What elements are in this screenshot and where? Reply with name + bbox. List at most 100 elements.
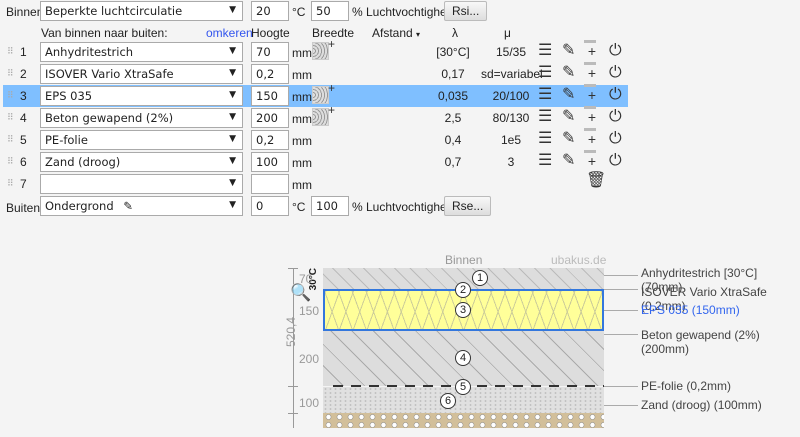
thickness-input[interactable] (251, 174, 289, 194)
drag-handle-icon[interactable]: ⠿ (7, 90, 14, 101)
add-layer-icon[interactable]: + (584, 40, 597, 60)
mu-value: 15/35 (495, 45, 527, 59)
thickness-input[interactable]: 150 (251, 86, 289, 106)
inside-temp-input[interactable]: 20 (251, 1, 289, 21)
distance-header[interactable]: Afstand ▾ (372, 26, 420, 40)
outside-label: Buiten: (6, 201, 44, 215)
rse-button[interactable]: Rse... (444, 196, 492, 216)
drag-handle-icon[interactable]: ⠿ (7, 134, 14, 145)
thickness-unit: mm (292, 90, 312, 104)
material-select[interactable]: Zand (droog) ▼ (40, 152, 243, 172)
layer-row[interactable]: ⠿ 2 ISOVER Vario XtraSafe ▼ 0,2 mm 0,17 sd… (3, 62, 628, 85)
menu-icon[interactable]: ☰ (538, 42, 552, 60)
thickness-input[interactable]: 0,2 (251, 64, 289, 84)
layer-number: 4 (20, 111, 27, 125)
dimension-tick (288, 386, 298, 387)
layer-marker[interactable]: 4 (455, 350, 471, 366)
mu-value: 20/100 (492, 89, 530, 103)
menu-icon[interactable]: ☰ (538, 64, 552, 82)
layer-label[interactable]: EPS 035 (150mm) (641, 303, 740, 317)
material-select[interactable]: ISOVER Vario XtraSafe ▼ (40, 64, 243, 84)
temp-unit: °C (292, 5, 306, 19)
add-width-icon[interactable] (312, 103, 335, 126)
lambda-value: 0,7 (444, 155, 462, 169)
thickness-input[interactable]: 0,2 (251, 130, 289, 150)
reverse-link[interactable]: omkeren (206, 26, 253, 40)
layer-row[interactable]: ⠿ 1 Anhydritestrich ▼ 70 mm [30°C] 15/35 ☰… (3, 37, 628, 63)
drag-handle-icon[interactable]: ⠿ (7, 112, 14, 123)
material-select[interactable]: EPS 035 ▼ (40, 86, 243, 106)
material-select[interactable]: Beton gewapend (2%) ▼ (40, 108, 243, 128)
select-value: Anhydritestrich (45, 45, 134, 59)
add-layer-icon[interactable]: + (584, 128, 597, 148)
chevron-down-icon: ▼ (229, 68, 236, 78)
dimension-tick (288, 268, 298, 269)
outside-temp-input[interactable]: 0 (251, 196, 289, 216)
power-icon[interactable]: ⏻ (609, 108, 622, 126)
zoom-icon[interactable]: 🔍 (290, 283, 311, 303)
power-icon[interactable]: ⏻ (609, 152, 622, 170)
material-select[interactable]: Anhydritestrich ▼ (40, 42, 243, 62)
drag-handle-icon[interactable]: ⠿ (7, 68, 14, 79)
power-icon[interactable]: ⏻ (609, 64, 622, 82)
add-layer-icon[interactable]: + (584, 150, 597, 170)
layer-row[interactable]: ⠿ 5 PE-folie ▼ 0,2 mm 0,4 1e5 ☰ ✎ + ⏻ (3, 128, 628, 151)
layer-marker[interactable]: 3 (455, 302, 471, 318)
layer-row[interactable]: ⠿ 3 EPS 035 ▼ 150 mm 0,035 20/100 ☰ ✎ + ⏻ (3, 81, 628, 107)
layer-label[interactable]: PE-folie (0,2mm) (641, 379, 731, 393)
drag-handle-icon[interactable]: ⠿ (7, 178, 14, 189)
layer-marker[interactable]: 5 (455, 379, 471, 395)
pencil-icon[interactable]: ✎ (562, 108, 575, 126)
inside-humidity-input[interactable]: 50 (311, 1, 349, 21)
pencil-icon[interactable]: ✎ (562, 152, 575, 170)
add-width-icon[interactable] (312, 37, 335, 60)
layer-marker[interactable]: 1 (472, 270, 488, 286)
layer-row[interactable]: ⠿ 4 Beton gewapend (2%) ▼ 200 mm 2,5 80/13… (3, 103, 628, 129)
trash-icon[interactable]: 🗑 (586, 172, 606, 190)
add-layer-icon[interactable]: + (584, 106, 597, 126)
inside-climate-select[interactable]: Beperkte luchtcirculatie ▼ (40, 1, 243, 21)
pencil-icon[interactable]: ✎ (562, 42, 575, 60)
material-select[interactable]: PE-folie ▼ (40, 130, 243, 150)
outside-humidity-input[interactable]: 100 (311, 196, 349, 216)
rsi-button[interactable]: Rsi... (444, 1, 488, 21)
lambda-value: 0,035 (437, 89, 469, 103)
pencil-icon[interactable]: ✎ (562, 64, 575, 82)
add-layer-icon[interactable]: + (584, 62, 597, 82)
dim-label: 150 (299, 304, 320, 318)
add-width-icon[interactable] (312, 81, 335, 104)
chevron-down-icon: ▼ (229, 178, 236, 188)
menu-icon[interactable]: ☰ (538, 130, 552, 148)
layer-label[interactable]: Beton gewapend (2%) (200mm) (641, 328, 800, 356)
layer-number: 6 (20, 155, 27, 169)
power-icon[interactable]: ⏻ (609, 42, 622, 60)
total-thickness: 520,4 (284, 316, 299, 348)
pencil-icon[interactable]: ✎ (562, 130, 575, 148)
power-icon[interactable]: ⏻ (609, 86, 622, 104)
watermark: ubakus.de (551, 253, 607, 267)
pencil-icon[interactable]: ✎ (562, 86, 575, 104)
drag-handle-icon[interactable]: ⠿ (7, 46, 14, 57)
pencil-icon[interactable]: ✎ (123, 199, 133, 213)
drag-handle-icon[interactable]: ⠿ (7, 156, 14, 167)
chevron-down-icon: ▼ (229, 134, 236, 144)
layer-row[interactable]: ⠿ 7 ▼ mm (3, 173, 628, 195)
menu-icon[interactable]: ☰ (538, 108, 552, 126)
layer-row[interactable]: ⠿ 6 Zand (droog) ▼ 100 mm 0,7 3 ☰ ✎ + ⏻ (3, 150, 628, 173)
select-value: EPS 035 (45, 89, 93, 103)
material-select[interactable]: ▼ (40, 174, 243, 194)
add-layer-icon[interactable]: + (584, 84, 597, 104)
thickness-input[interactable]: 100 (251, 152, 289, 172)
power-icon[interactable]: ⏻ (609, 130, 622, 148)
layer-marker[interactable]: 2 (455, 282, 471, 298)
layer-number: 3 (20, 89, 27, 103)
dimension-tick (288, 413, 298, 414)
thickness-input[interactable]: 200 (251, 108, 289, 128)
outside-climate-select[interactable]: Ondergrond ✎ ▼ (40, 196, 243, 216)
layer-marker[interactable]: 6 (440, 393, 456, 409)
thickness-input[interactable]: 70 (251, 42, 289, 62)
layer-label[interactable]: Zand (droog) (100mm) (641, 398, 762, 412)
menu-icon[interactable]: ☰ (538, 152, 552, 170)
menu-icon[interactable]: ☰ (538, 86, 552, 104)
chevron-down-icon: ▼ (229, 46, 236, 56)
